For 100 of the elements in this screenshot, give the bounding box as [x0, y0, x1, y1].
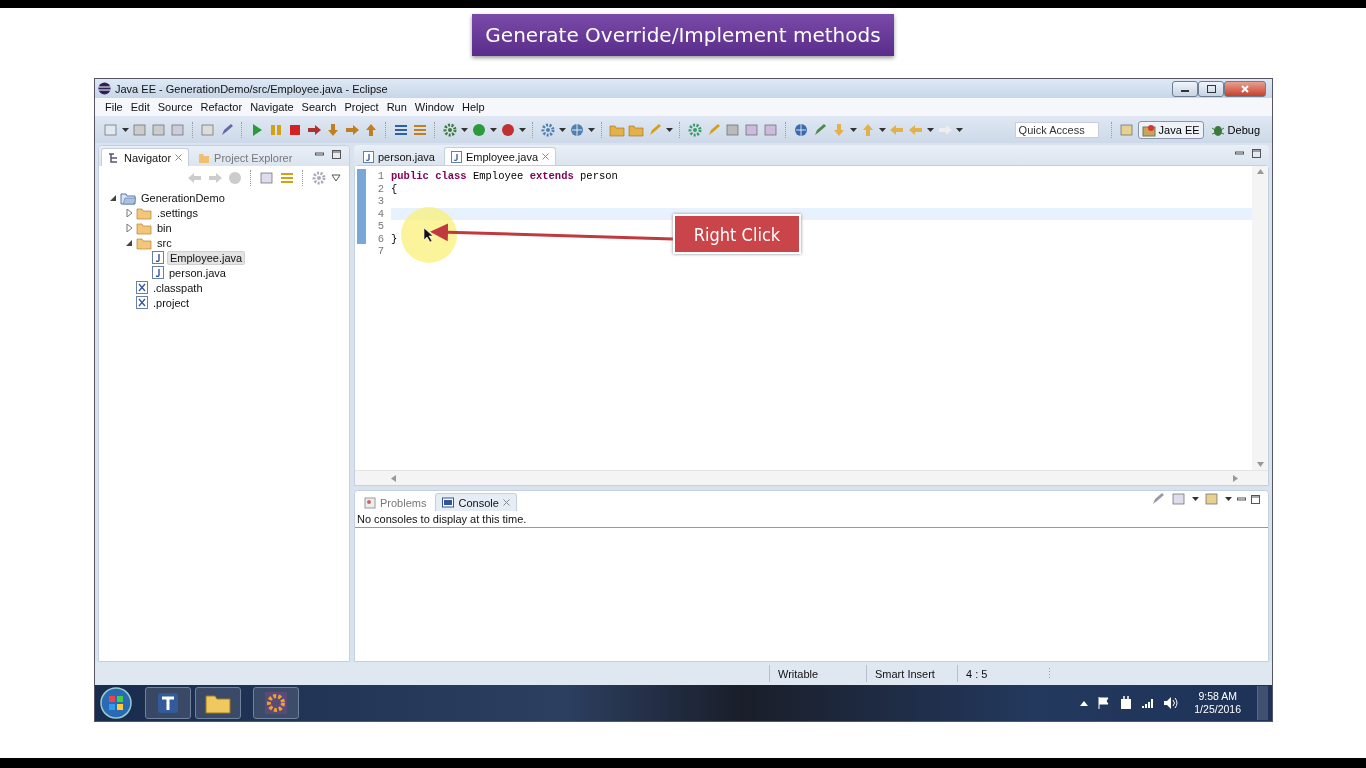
view-tab[interactable]: Project Explorer — [191, 148, 300, 166]
expanded-arrow-icon[interactable] — [125, 238, 133, 247]
quick-access-field[interactable]: Quick Access — [1014, 121, 1099, 138]
taskbar-app-button[interactable] — [145, 687, 191, 719]
menu-item[interactable]: Run — [382, 101, 411, 113]
console-icon — [442, 496, 455, 509]
console-message: No consoles to display at this time. — [355, 511, 1268, 528]
square-icon[interactable] — [1171, 491, 1187, 507]
clock[interactable]: 9:58 AM 1/25/2016 — [1188, 690, 1247, 716]
tree-item[interactable]: person.java — [167, 266, 228, 279]
menu-item[interactable]: Search — [297, 101, 341, 113]
close-button[interactable] — [1224, 80, 1266, 97]
tree-item[interactable]: .classpath — [151, 281, 205, 294]
tree-item[interactable]: GenerationDemo — [139, 191, 227, 204]
tree-item[interactable]: Employee.java — [167, 250, 246, 265]
close-icon[interactable] — [542, 153, 550, 160]
minimize-button[interactable] — [1172, 80, 1198, 97]
callout-label: Right Click — [673, 214, 801, 254]
speaker-icon[interactable] — [1164, 697, 1179, 709]
scroll-down-icon[interactable] — [1256, 462, 1264, 467]
square-icon[interactable] — [763, 121, 779, 138]
gear-icon[interactable] — [687, 121, 703, 138]
view-tab[interactable]: Navigator — [101, 148, 190, 166]
menu-item[interactable]: Project — [340, 101, 383, 113]
code-line: public class Employee extends person — [391, 170, 618, 183]
signal-bars-icon[interactable] — [1142, 698, 1155, 708]
editor-tab[interactable]: Employee.java — [443, 147, 557, 165]
circle-icon[interactable] — [500, 121, 516, 138]
view-menu-icon[interactable] — [331, 174, 341, 182]
app-icon — [156, 691, 180, 715]
menu-item[interactable]: Refactor — [196, 101, 247, 113]
square-icon[interactable] — [170, 121, 186, 138]
square-icon[interactable] — [259, 170, 275, 186]
taskbar-app-button[interactable] — [253, 687, 299, 719]
slide-title: Generate Override/Implement methods — [472, 14, 894, 56]
square-icon[interactable] — [151, 121, 167, 138]
menu-item[interactable]: Edit — [126, 101, 154, 113]
tree-item[interactable]: src — [155, 236, 174, 249]
mouse-pointer-icon — [424, 228, 434, 242]
start-orb-icon[interactable] — [99, 686, 133, 720]
close-icon[interactable] — [502, 499, 510, 506]
flag-icon[interactable] — [1098, 697, 1111, 709]
taskbar-app-button[interactable] — [195, 687, 241, 719]
pencil-icon[interactable] — [219, 121, 235, 138]
perspective-button[interactable]: Debug — [1206, 120, 1264, 139]
close-icon — [1241, 84, 1249, 93]
status-field: Writable — [769, 665, 866, 682]
collapsed-arrow-icon[interactable] — [125, 208, 133, 217]
problems-icon — [364, 496, 376, 509]
java-file-icon — [152, 251, 164, 264]
tray-expand-icon[interactable] — [1080, 700, 1089, 706]
folder-icon — [136, 205, 152, 220]
perspective-button[interactable]: Java EE — [1137, 120, 1204, 139]
window-title: Java EE - GenerationDemo/src/Employee.java - Eclipse — [115, 82, 389, 95]
editor-tab[interactable]: person.java — [356, 147, 442, 165]
xml-file-icon — [136, 281, 148, 294]
maximize-button[interactable] — [1198, 80, 1224, 97]
scroll-left-icon[interactable] — [391, 474, 396, 482]
close-icon[interactable] — [175, 154, 183, 161]
navigator-icon — [108, 151, 120, 164]
project-folder-icon — [120, 190, 136, 205]
briefcase-icon — [1141, 122, 1156, 137]
java-file-icon — [152, 266, 164, 279]
scroll-up-icon[interactable] — [1256, 169, 1264, 174]
xml-file-icon — [136, 296, 148, 309]
gear-icon[interactable] — [311, 170, 327, 186]
project-folder-icon — [198, 151, 211, 164]
lines-icon[interactable] — [279, 170, 295, 186]
tree-item[interactable]: .project — [151, 296, 192, 309]
square-icon[interactable] — [1118, 121, 1135, 138]
eclipse-logo-icon — [98, 82, 111, 95]
code-line: } — [391, 232, 398, 245]
scroll-right-icon[interactable] — [1233, 474, 1238, 482]
menu-item[interactable]: Navigate — [246, 101, 298, 113]
view-tab[interactable]: Problems — [357, 493, 434, 511]
menu-item[interactable]: Source — [153, 101, 197, 113]
menu-item[interactable]: Window — [410, 101, 458, 113]
menu-item[interactable]: Help — [458, 101, 489, 113]
tree-item[interactable]: bin — [155, 221, 174, 234]
gear-icon[interactable] — [442, 121, 458, 138]
pencil-icon[interactable] — [1150, 491, 1166, 507]
square-icon[interactable] — [744, 121, 760, 138]
status-field: Smart Insert — [866, 665, 957, 682]
pencil-icon[interactable] — [812, 121, 828, 138]
folder-icon — [136, 220, 152, 235]
collapsed-arrow-icon[interactable] — [125, 223, 133, 232]
folder-icon — [205, 692, 231, 714]
square-icon[interactable] — [725, 121, 741, 138]
java-file-icon — [363, 150, 374, 163]
expanded-arrow-icon[interactable] — [109, 193, 117, 202]
tree-item[interactable]: .settings — [155, 206, 200, 219]
menu-item[interactable]: File — [101, 101, 127, 113]
down-arrow-icon[interactable] — [325, 121, 341, 138]
pencil-icon[interactable] — [706, 121, 722, 138]
java-file-icon — [450, 150, 462, 163]
code-line: { — [391, 182, 398, 195]
globe-icon[interactable] — [793, 121, 809, 138]
square-icon[interactable] — [1204, 491, 1220, 507]
power-plug-icon[interactable] — [1120, 696, 1133, 710]
view-tab[interactable]: Console — [435, 493, 517, 511]
